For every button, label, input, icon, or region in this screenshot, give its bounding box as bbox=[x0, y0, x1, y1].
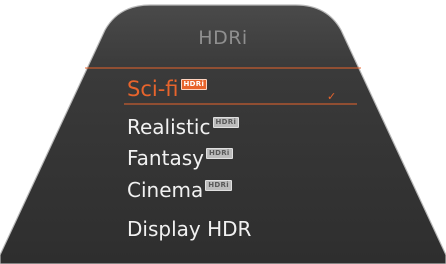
menu-item-label: Sci-fi bbox=[127, 77, 179, 101]
menu-item-label: Realistic bbox=[127, 115, 211, 139]
osd-menu-screen: HDRi Sci-fi HDRi ✓ Realistic HDRi Fantas… bbox=[0, 0, 446, 264]
hdri-badge-icon: HDRi bbox=[205, 179, 232, 191]
menu-item-display-hdr[interactable]: Display HDR bbox=[127, 214, 251, 244]
menu-item-cinema[interactable]: Cinema HDRi bbox=[127, 175, 232, 205]
menu-item-label: Cinema bbox=[127, 178, 204, 202]
menu-item-fantasy[interactable]: Fantasy HDRi bbox=[127, 143, 233, 173]
hdri-badge-icon: HDRi bbox=[212, 116, 240, 128]
menu-item-label: Display HDR bbox=[127, 217, 252, 241]
hdri-badge-icon: HDRi bbox=[205, 147, 233, 159]
hdri-badge-icon: HDRi bbox=[180, 78, 208, 90]
menu-item-sci-fi[interactable]: Sci-fi HDRi bbox=[127, 74, 208, 104]
menu-item-realistic[interactable]: Realistic HDRi bbox=[127, 112, 240, 142]
menu-title: HDRi bbox=[198, 27, 248, 49]
menu-item-label: Fantasy bbox=[127, 146, 204, 170]
checkmark-icon: ✓ bbox=[327, 90, 337, 103]
